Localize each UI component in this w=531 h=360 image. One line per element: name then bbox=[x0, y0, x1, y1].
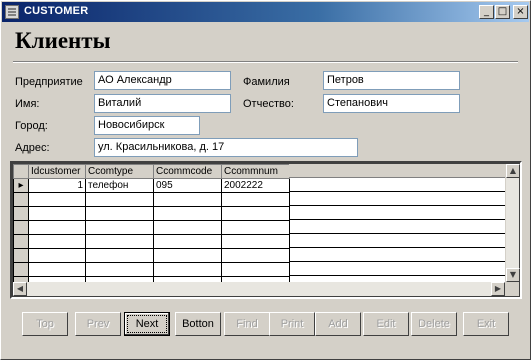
vertical-scrollbar[interactable]: ▲ ▼ bbox=[505, 164, 520, 282]
form-heading: Клиенты bbox=[15, 28, 111, 53]
app-icon bbox=[5, 5, 19, 19]
add-button[interactable]: Add bbox=[315, 312, 361, 336]
table-row[interactable]: ▸ 1 телефон 095 2002222 bbox=[13, 178, 290, 193]
company-label: Предприятие bbox=[15, 76, 83, 88]
top-button[interactable]: Top bbox=[22, 312, 68, 336]
prev-button[interactable]: Prev bbox=[75, 312, 121, 336]
window-title: CUSTOMER bbox=[24, 5, 89, 17]
empty-row[interactable] bbox=[13, 248, 290, 263]
find-button[interactable]: Find bbox=[224, 312, 270, 336]
empty-row[interactable] bbox=[13, 192, 290, 207]
current-row-indicator: ▸ bbox=[13, 178, 29, 193]
contacts-grid[interactable]: Idcustomer Ccomtype Ccommcode Ccommnum ▸… bbox=[10, 161, 522, 299]
title-bar[interactable]: CUSTOMER _ □ × bbox=[2, 2, 529, 22]
scroll-up-icon[interactable]: ▲ bbox=[506, 164, 520, 178]
maximize-button[interactable]: □ bbox=[495, 5, 510, 19]
scroll-right-icon[interactable]: ▶ bbox=[491, 282, 505, 296]
minimize-button[interactable]: _ bbox=[479, 5, 494, 19]
cell-idcustomer[interactable]: 1 bbox=[28, 178, 86, 193]
address-field[interactable]: ул. Красильникова, д. 17 bbox=[94, 138, 358, 157]
empty-row[interactable] bbox=[13, 262, 290, 277]
scroll-left-icon[interactable]: ◀ bbox=[13, 282, 27, 296]
bottom-button[interactable]: Botton bbox=[175, 312, 221, 336]
grid-row-extension bbox=[289, 164, 511, 276]
address-label: Адрес: bbox=[15, 142, 50, 154]
edit-button[interactable]: Edit bbox=[363, 312, 409, 336]
cell-ccommnum[interactable]: 2002222 bbox=[221, 178, 290, 193]
empty-row[interactable] bbox=[13, 234, 290, 249]
next-button[interactable]: Next bbox=[124, 312, 170, 336]
first-name-label: Имя: bbox=[15, 98, 40, 110]
scroll-down-icon[interactable]: ▼ bbox=[506, 268, 520, 282]
empty-row[interactable] bbox=[13, 220, 290, 235]
column-header-ccommnum[interactable]: Ccommnum bbox=[221, 164, 290, 179]
city-label: Город: bbox=[15, 120, 48, 132]
patronymic-field[interactable]: Степанович bbox=[323, 94, 460, 113]
cell-ccomtype[interactable]: телефон bbox=[85, 178, 154, 193]
close-button[interactable]: × bbox=[513, 5, 528, 19]
grid-header-row: Idcustomer Ccomtype Ccommcode Ccommnum bbox=[13, 164, 290, 179]
last-name-field[interactable]: Петров bbox=[323, 71, 460, 90]
patronymic-label: Отчество: bbox=[243, 98, 294, 110]
column-header-ccommcode[interactable]: Ccommcode bbox=[153, 164, 222, 179]
print-button[interactable]: Print bbox=[269, 312, 315, 336]
grid-table: Idcustomer Ccomtype Ccommcode Ccommnum ▸… bbox=[13, 164, 290, 291]
column-header-ccomtype[interactable]: Ccomtype bbox=[85, 164, 154, 179]
delete-button[interactable]: Delete bbox=[411, 312, 457, 336]
column-header-idcustomer[interactable]: Idcustomer bbox=[28, 164, 86, 179]
first-name-field[interactable]: Виталий bbox=[94, 94, 231, 113]
last-name-label: Фамилия bbox=[243, 76, 290, 88]
customer-window: CUSTOMER _ □ × Клиенты Предприятие АО Ал… bbox=[0, 0, 531, 360]
exit-button[interactable]: Exit bbox=[463, 312, 509, 336]
company-field[interactable]: АО Александр bbox=[94, 71, 231, 90]
header-corner bbox=[13, 164, 29, 179]
grid-frame: Idcustomer Ccomtype Ccommcode Ccommnum ▸… bbox=[12, 163, 520, 297]
separator-line bbox=[13, 61, 518, 63]
city-field[interactable]: Новосибирск bbox=[94, 116, 200, 135]
horizontal-scrollbar[interactable]: ◀ ▶ bbox=[13, 282, 505, 296]
empty-row[interactable] bbox=[13, 206, 290, 221]
cell-ccommcode[interactable]: 095 bbox=[153, 178, 222, 193]
scroll-corner bbox=[505, 282, 519, 296]
